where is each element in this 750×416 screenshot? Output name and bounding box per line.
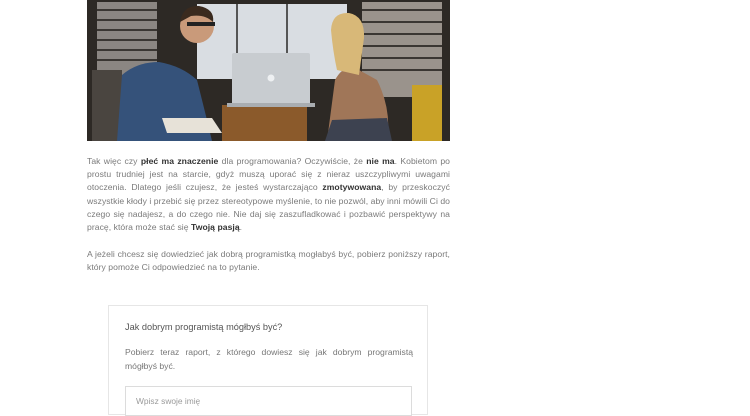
report-signup-form: Jak dobrym programistą mógłbyś być? Pobi… (108, 305, 428, 416)
name-input[interactable] (125, 386, 412, 416)
article-hero-image (87, 0, 450, 141)
article-paragraph: A jeżeli chcesz się dowiedzieć jak dobrą… (87, 249, 450, 273)
article-paragraph: Tak więc czy płeć ma znaczenie dla progr… (87, 155, 450, 234)
form-title: Jak dobrym programistą mógłbyś być? (125, 322, 283, 332)
form-description: Pobierz teraz raport, z którego dowiesz … (125, 347, 413, 371)
article-text: . (239, 222, 243, 233)
article-emphasis: zmotywowana (322, 182, 382, 193)
article-body: Tak więc czy płeć ma znaczenie dla progr… (87, 155, 450, 289)
meeting-photo (87, 0, 450, 141)
article-text: dla programowania? Oczywiście, że (218, 156, 367, 166)
article-emphasis: płeć ma znaczenie (140, 156, 219, 166)
article-emphasis: nie ma (366, 156, 395, 166)
article-text: Tak więc czy (87, 156, 141, 166)
article-emphasis: Twoją pasją (191, 222, 240, 233)
